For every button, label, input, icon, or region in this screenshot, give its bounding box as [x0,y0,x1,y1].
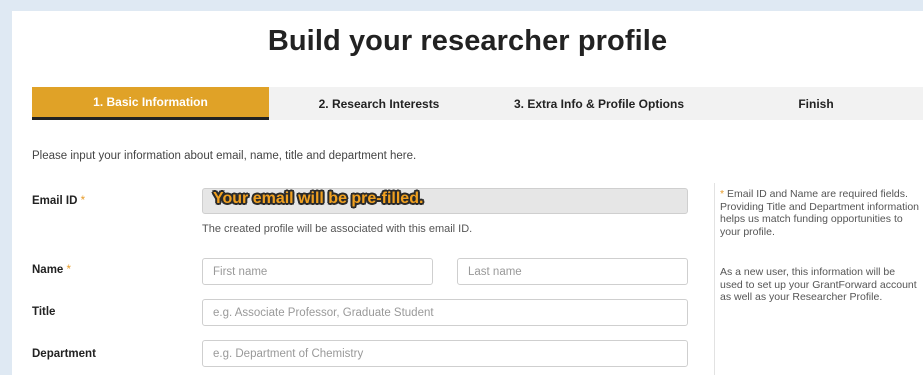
sidebar-divider [714,183,715,375]
title-input[interactable] [202,299,688,326]
name-label-text: Name [32,264,64,276]
sidebar-note-new-user: As a new user, this information will be … [720,266,917,303]
tab-extra-info-profile-options[interactable]: 3. Extra Info & Profile Options [489,87,709,120]
name-required-marker: * [66,264,72,276]
wizard-tabs: 1. Basic Information 2. Research Interes… [32,87,923,120]
email-prefill-overlay: Your email will be pre-filled. [213,190,424,207]
email-required-marker: * [80,195,86,207]
sidebar-required-marker: * [720,188,725,200]
intro-text: Please input your information about emai… [32,150,417,162]
title-label: Title [32,306,56,318]
department-label: Department [32,348,96,360]
tab-basic-information[interactable]: 1. Basic Information [32,87,269,120]
profile-page: Build your researcher profile 1. Basic I… [12,11,923,375]
last-name-input[interactable] [457,258,688,285]
email-label-text: Email ID [32,195,78,207]
email-field[interactable]: Your email will be pre-filled. [202,188,688,214]
email-label: Email ID * [32,195,85,207]
sidebar-note-required: * Email ID and Name are required fields.… [720,188,920,238]
first-name-input[interactable] [202,258,433,285]
sidebar-note-required-text: Email ID and Name are required fields. P… [720,188,920,238]
department-input[interactable] [202,340,688,367]
page-title: Build your researcher profile [267,25,668,57]
tab-finish[interactable]: Finish [709,87,923,120]
email-helper-text: The created profile will be associated w… [202,223,473,235]
tab-research-interests[interactable]: 2. Research Interests [269,87,489,120]
name-label: Name * [32,264,71,276]
